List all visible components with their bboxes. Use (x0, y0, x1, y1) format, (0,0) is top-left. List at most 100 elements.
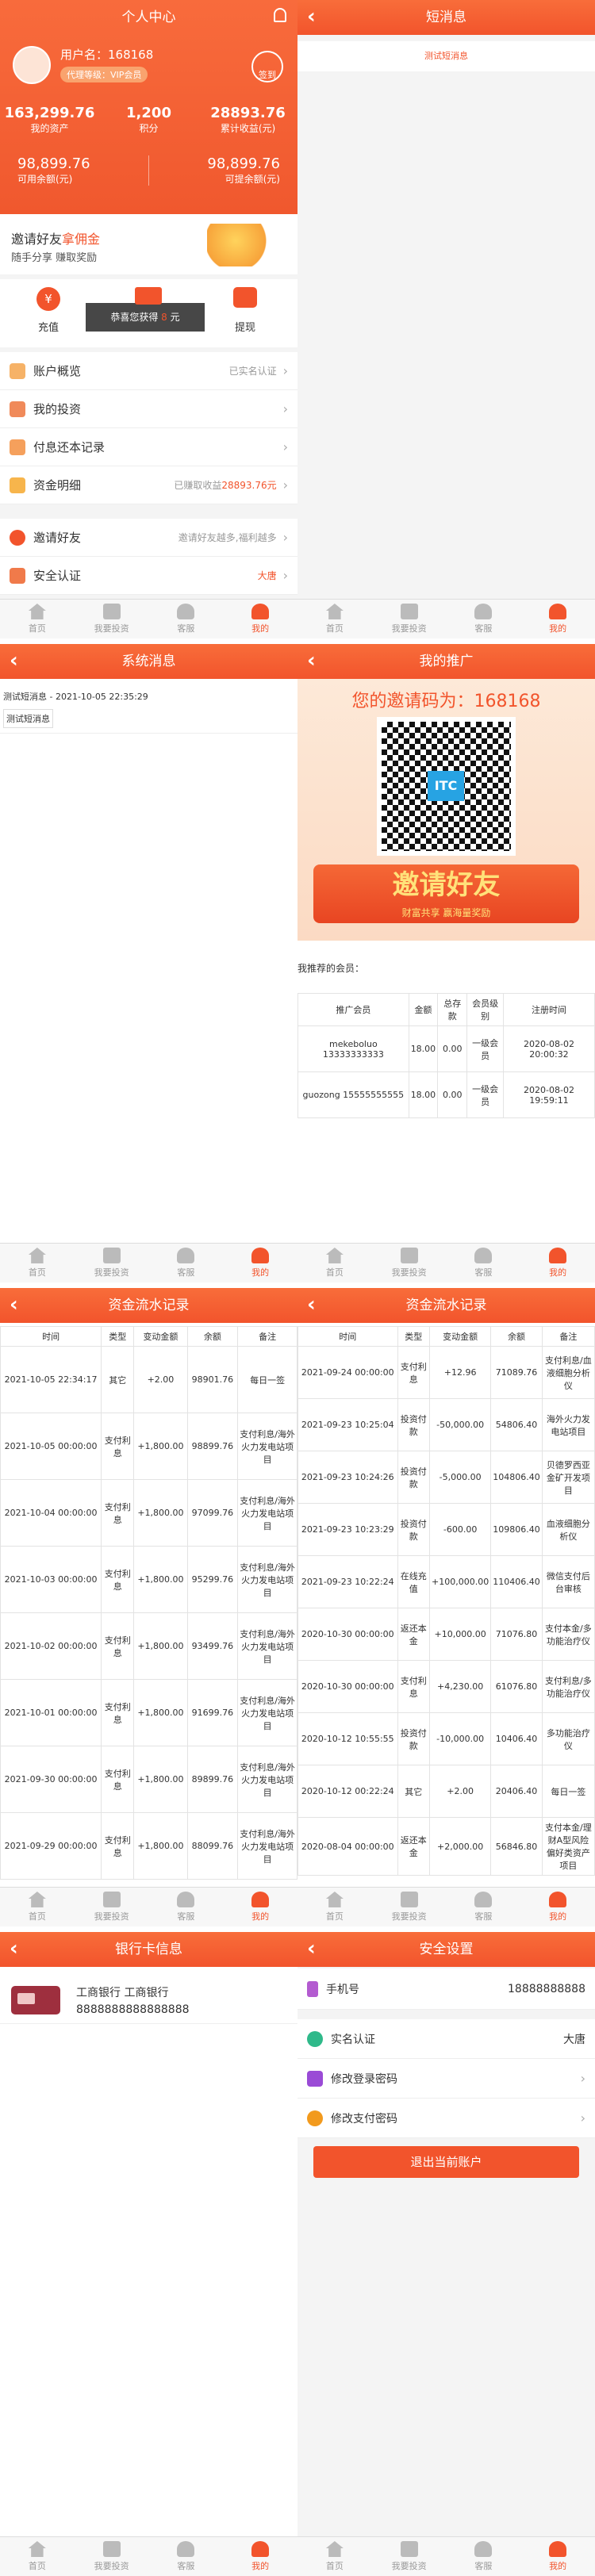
col-register-time: 注册时间 (502, 993, 595, 1026)
tab-label: 我要投资 (391, 1911, 427, 1922)
message-item[interactable]: 测试短消息 - 2021-10-05 22:35:29 测试短消息 (0, 685, 298, 734)
menu-label: 付息还本记录 (33, 440, 106, 454)
tab-home[interactable]: 首页 (298, 600, 372, 638)
user-icon (549, 604, 567, 619)
tab-invest[interactable]: 我要投资 (75, 2537, 149, 2576)
menu-my-investment[interactable]: 我的投资 › (0, 390, 298, 428)
tab-home[interactable]: 首页 (0, 1244, 75, 1282)
back-arrow-icon[interactable]: ‹ (10, 1288, 18, 1321)
tab-service[interactable]: 客服 (149, 1244, 224, 1282)
user-icon (549, 1248, 567, 1263)
tab-invest[interactable]: 我要投资 (75, 600, 149, 638)
nav-header: ‹ 我的推广 (298, 644, 595, 679)
menu-interest-records[interactable]: 付息还本记录 › (0, 428, 298, 466)
tab-invest[interactable]: 我要投资 (75, 1888, 149, 1926)
back-arrow-icon[interactable]: ‹ (307, 0, 316, 33)
cell: 支付本金/多功能治疗仪 (541, 1608, 595, 1661)
tab-service[interactable]: 客服 (447, 600, 521, 638)
cell: +2.00 (429, 1765, 492, 1818)
cell: 2020-10-12 00:22:24 (298, 1765, 398, 1818)
menu-fund-details[interactable]: 资金明细 已赚取收益28893.76元 › (0, 466, 298, 504)
bell-icon[interactable] (274, 8, 286, 22)
back-arrow-icon[interactable]: ‹ (307, 1288, 316, 1321)
stat-withdrawable: 98,899.76 可提余额(元) (149, 155, 298, 186)
bank-card-item[interactable]: 工商银行 工商银行 8888888888888888 (0, 1978, 298, 2024)
page-personal-center: 个人中心 用户名：168168 代理等级：VIP会员 签到 163,299.76… (0, 0, 298, 638)
tab-invest[interactable]: 我要投资 (75, 1244, 149, 1282)
cell: 97099.76 (186, 1479, 239, 1547)
back-arrow-icon[interactable]: ‹ (307, 644, 316, 677)
cell: 2020-10-30 00:00:00 (298, 1608, 398, 1661)
col-remark: 备注 (237, 1326, 298, 1347)
invest-icon (102, 1892, 121, 1907)
home-icon (325, 604, 344, 619)
tab-mine[interactable]: 我的 (520, 1244, 595, 1282)
tab-home[interactable]: 首页 (0, 1888, 75, 1926)
tab-mine[interactable]: 我的 (223, 1888, 298, 1926)
menu-invite-friends[interactable]: 邀请好友 邀请好友越多,福利越多 › (0, 519, 298, 557)
cell: 2020-08-02 19:59:11 (502, 1071, 595, 1118)
page-short-message: ‹ 短消息 测试短消息 首页 我要投资 客服 我的 (298, 0, 595, 638)
secondary-menu: 邀请好友 邀请好友越多,福利越多 › 安全认证 大唐 › (0, 519, 298, 595)
back-arrow-icon[interactable]: ‹ (307, 1932, 316, 1965)
real-name-label: 实名认证 (331, 2033, 375, 2046)
recharge-button[interactable]: ¥ 充值 (30, 287, 67, 334)
menu-account-overview[interactable]: 账户概览 已实名认证 › (0, 352, 298, 390)
tab-label: 首页 (325, 1267, 344, 1278)
tab-service[interactable]: 客服 (447, 1244, 521, 1282)
tab-home[interactable]: 首页 (298, 2537, 372, 2576)
col-member: 推广会员 (298, 993, 409, 1026)
cell: 2021-10-05 22:34:17 (0, 1346, 102, 1413)
tab-service[interactable]: 客服 (149, 600, 224, 638)
tab-mine[interactable]: 我的 (520, 2537, 595, 2576)
col-level: 会员级别 (466, 993, 504, 1026)
chevron-right-icon: › (580, 2110, 585, 2126)
menu-security-auth[interactable]: 安全认证 大唐 › (0, 557, 298, 595)
tab-invest[interactable]: 我要投资 (372, 2537, 447, 2576)
withdraw-button[interactable]: 提现 (227, 287, 263, 334)
avatar[interactable] (13, 46, 51, 84)
checkin-button[interactable]: 签到 (251, 51, 283, 82)
tab-mine[interactable]: 我的 (223, 600, 298, 638)
col-amount: 金额 (408, 993, 439, 1026)
tab-service[interactable]: 客服 (447, 1888, 521, 1926)
phone-label: 手机号 (326, 1983, 359, 1996)
cell: 支付利息 (101, 1413, 135, 1480)
back-arrow-icon[interactable]: ‹ (10, 644, 18, 677)
tab-mine[interactable]: 我的 (223, 2537, 298, 2576)
chevron-right-icon: › (282, 568, 288, 583)
recharge-label: 充值 (37, 322, 59, 334)
tab-label: 客服 (177, 623, 195, 634)
tab-label: 我要投资 (94, 1911, 129, 1922)
logout-button[interactable]: 退出当前账户 (313, 2146, 579, 2178)
tab-mine[interactable]: 我的 (520, 1888, 595, 1926)
tab-mine[interactable]: 我的 (223, 1244, 298, 1282)
pay-password-row[interactable]: 修改支付密码 › (298, 2099, 595, 2138)
cell: 2021-09-23 10:25:04 (298, 1398, 398, 1451)
message-link[interactable]: 测试短消息 (424, 51, 468, 61)
balance-stats: 98,899.76 可用余额(元) 98,899.76 可提余额(元) (0, 155, 298, 186)
tab-mine[interactable]: 我的 (520, 600, 595, 638)
card-chip (17, 1993, 35, 2004)
tab-home[interactable]: 首页 (298, 1244, 372, 1282)
tab-invest[interactable]: 我要投资 (372, 600, 447, 638)
invite-banner[interactable]: 邀请好友拿佣金 随手分享 赚取奖励 (0, 214, 298, 274)
tab-invest[interactable]: 我要投资 (372, 1244, 447, 1282)
tab-home[interactable]: 首页 (298, 1888, 372, 1926)
user-icon (549, 2541, 567, 2557)
home-icon (28, 1892, 46, 1907)
tab-service[interactable]: 客服 (149, 1888, 224, 1926)
cell: 一级会员 (466, 1025, 504, 1072)
tab-home[interactable]: 首页 (0, 2537, 75, 2576)
invite-ribbon-subtitle: 财富共享 赢海量奖励 (401, 907, 491, 918)
login-password-row[interactable]: 修改登录密码 › (298, 2059, 595, 2099)
tab-service[interactable]: 客服 (149, 2537, 224, 2576)
back-arrow-icon[interactable]: ‹ (10, 1932, 18, 1965)
tab-service[interactable]: 客服 (447, 2537, 521, 2576)
menu-label: 我的投资 (33, 402, 82, 416)
message-card[interactable]: 测试短消息 (298, 41, 595, 71)
tab-home[interactable]: 首页 (0, 600, 75, 638)
tab-invest[interactable]: 我要投资 (372, 1888, 447, 1926)
cell: 支付利息 (397, 1660, 431, 1713)
real-name-row[interactable]: 实名认证 大唐 (298, 2019, 595, 2059)
